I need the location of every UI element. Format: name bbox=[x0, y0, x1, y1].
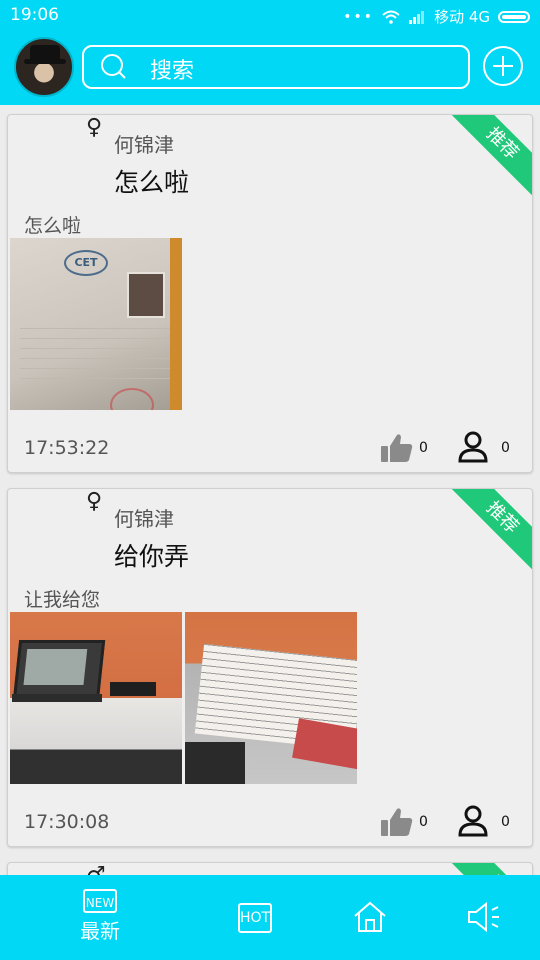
cet-logo: CET bbox=[64, 250, 108, 276]
post-title: 怎么啦 bbox=[114, 168, 190, 197]
like-count: 0 bbox=[419, 814, 428, 830]
nav-tab-hot[interactable]: HOT bbox=[232, 875, 278, 960]
search-bar[interactable]: 搜索 bbox=[82, 45, 470, 89]
photo-shadow bbox=[185, 742, 245, 784]
photo-edge bbox=[170, 238, 182, 410]
gender-female-icon: ♀ bbox=[86, 489, 103, 514]
user-icon[interactable] bbox=[458, 431, 488, 463]
bottom-nav: NEW 最新 HOT bbox=[0, 875, 540, 960]
photo-book-cover bbox=[292, 718, 357, 770]
post-author[interactable]: 何锦津 bbox=[114, 503, 174, 532]
nav-tab-new[interactable]: NEW 最新 bbox=[60, 875, 140, 960]
like-count: 0 bbox=[419, 440, 428, 456]
notification-dots-icon: ••• bbox=[343, 8, 375, 25]
home-icon bbox=[354, 901, 386, 932]
carrier-label: 移动 4G bbox=[434, 8, 490, 26]
post-photo[interactable]: CET bbox=[10, 238, 182, 410]
search-icon bbox=[101, 54, 126, 79]
status-time: 19:06 bbox=[10, 5, 59, 25]
battery-icon bbox=[498, 10, 530, 23]
new-icon: NEW bbox=[83, 889, 117, 913]
thumbs-up-icon[interactable] bbox=[380, 805, 414, 839]
signal-icon bbox=[409, 10, 425, 24]
follow-count: 0 bbox=[501, 814, 510, 830]
post-card[interactable]: ♀ 何锦津 给你弄 让我给您 17:30:08 0 0 推荐 bbox=[7, 488, 533, 847]
photo-laptop-base bbox=[12, 694, 102, 702]
user-icon[interactable] bbox=[458, 805, 488, 837]
post-card[interactable]: ♀ 何锦津 怎么啦 怎么啦 CET 17:53:22 0 0 推荐 bbox=[7, 114, 533, 473]
post-description: 让我给您 bbox=[24, 589, 101, 611]
nav-tab-speaker[interactable] bbox=[462, 875, 506, 960]
post-time: 17:30:08 bbox=[24, 811, 110, 833]
recommend-ribbon: 推荐 bbox=[448, 863, 532, 875]
nav-tab-home[interactable] bbox=[348, 875, 392, 960]
search-placeholder: 搜索 bbox=[150, 59, 195, 84]
speaker-icon bbox=[468, 901, 499, 933]
add-post-button[interactable] bbox=[483, 46, 523, 86]
gender-female-icon: ♀ bbox=[86, 115, 103, 140]
avatar-hat-brim bbox=[24, 59, 66, 64]
recommend-ribbon: 推荐 bbox=[448, 489, 532, 572]
post-card[interactable]: ♂ 推荐 bbox=[7, 862, 533, 875]
status-bar: 19:06 ••• 移动 4G bbox=[0, 0, 540, 32]
post-author[interactable]: 何锦津 bbox=[114, 129, 174, 158]
status-icons: ••• 移动 4G bbox=[343, 6, 530, 27]
post-description: 怎么啦 bbox=[24, 215, 82, 237]
post-photos: CET bbox=[10, 238, 182, 410]
user-avatar[interactable] bbox=[14, 37, 74, 97]
photo-laptop-screen bbox=[23, 649, 88, 685]
photo-portrait bbox=[127, 272, 165, 318]
nav-label-new: 最新 bbox=[80, 919, 120, 943]
photo-text-lines bbox=[20, 328, 170, 388]
post-time: 17:53:22 bbox=[24, 437, 110, 459]
gender-male-icon: ♂ bbox=[86, 863, 106, 875]
photo-mousepad bbox=[110, 682, 156, 696]
photo-stamp bbox=[110, 388, 154, 410]
recommend-ribbon: 推荐 bbox=[448, 115, 532, 198]
wifi-icon bbox=[382, 10, 400, 24]
thumbs-up-icon[interactable] bbox=[380, 431, 414, 465]
post-photos bbox=[10, 612, 357, 784]
post-photo[interactable] bbox=[185, 612, 357, 784]
hot-icon: HOT bbox=[238, 903, 272, 933]
photo-laptop bbox=[12, 640, 106, 701]
follow-count: 0 bbox=[501, 440, 510, 456]
post-feed[interactable]: ♀ 何锦津 怎么啦 怎么啦 CET 17:53:22 0 0 推荐 ♀ 何锦津 … bbox=[0, 105, 540, 875]
app-header: 搜索 bbox=[0, 32, 540, 105]
post-title: 给你弄 bbox=[114, 542, 190, 571]
post-photo[interactable] bbox=[10, 612, 182, 784]
